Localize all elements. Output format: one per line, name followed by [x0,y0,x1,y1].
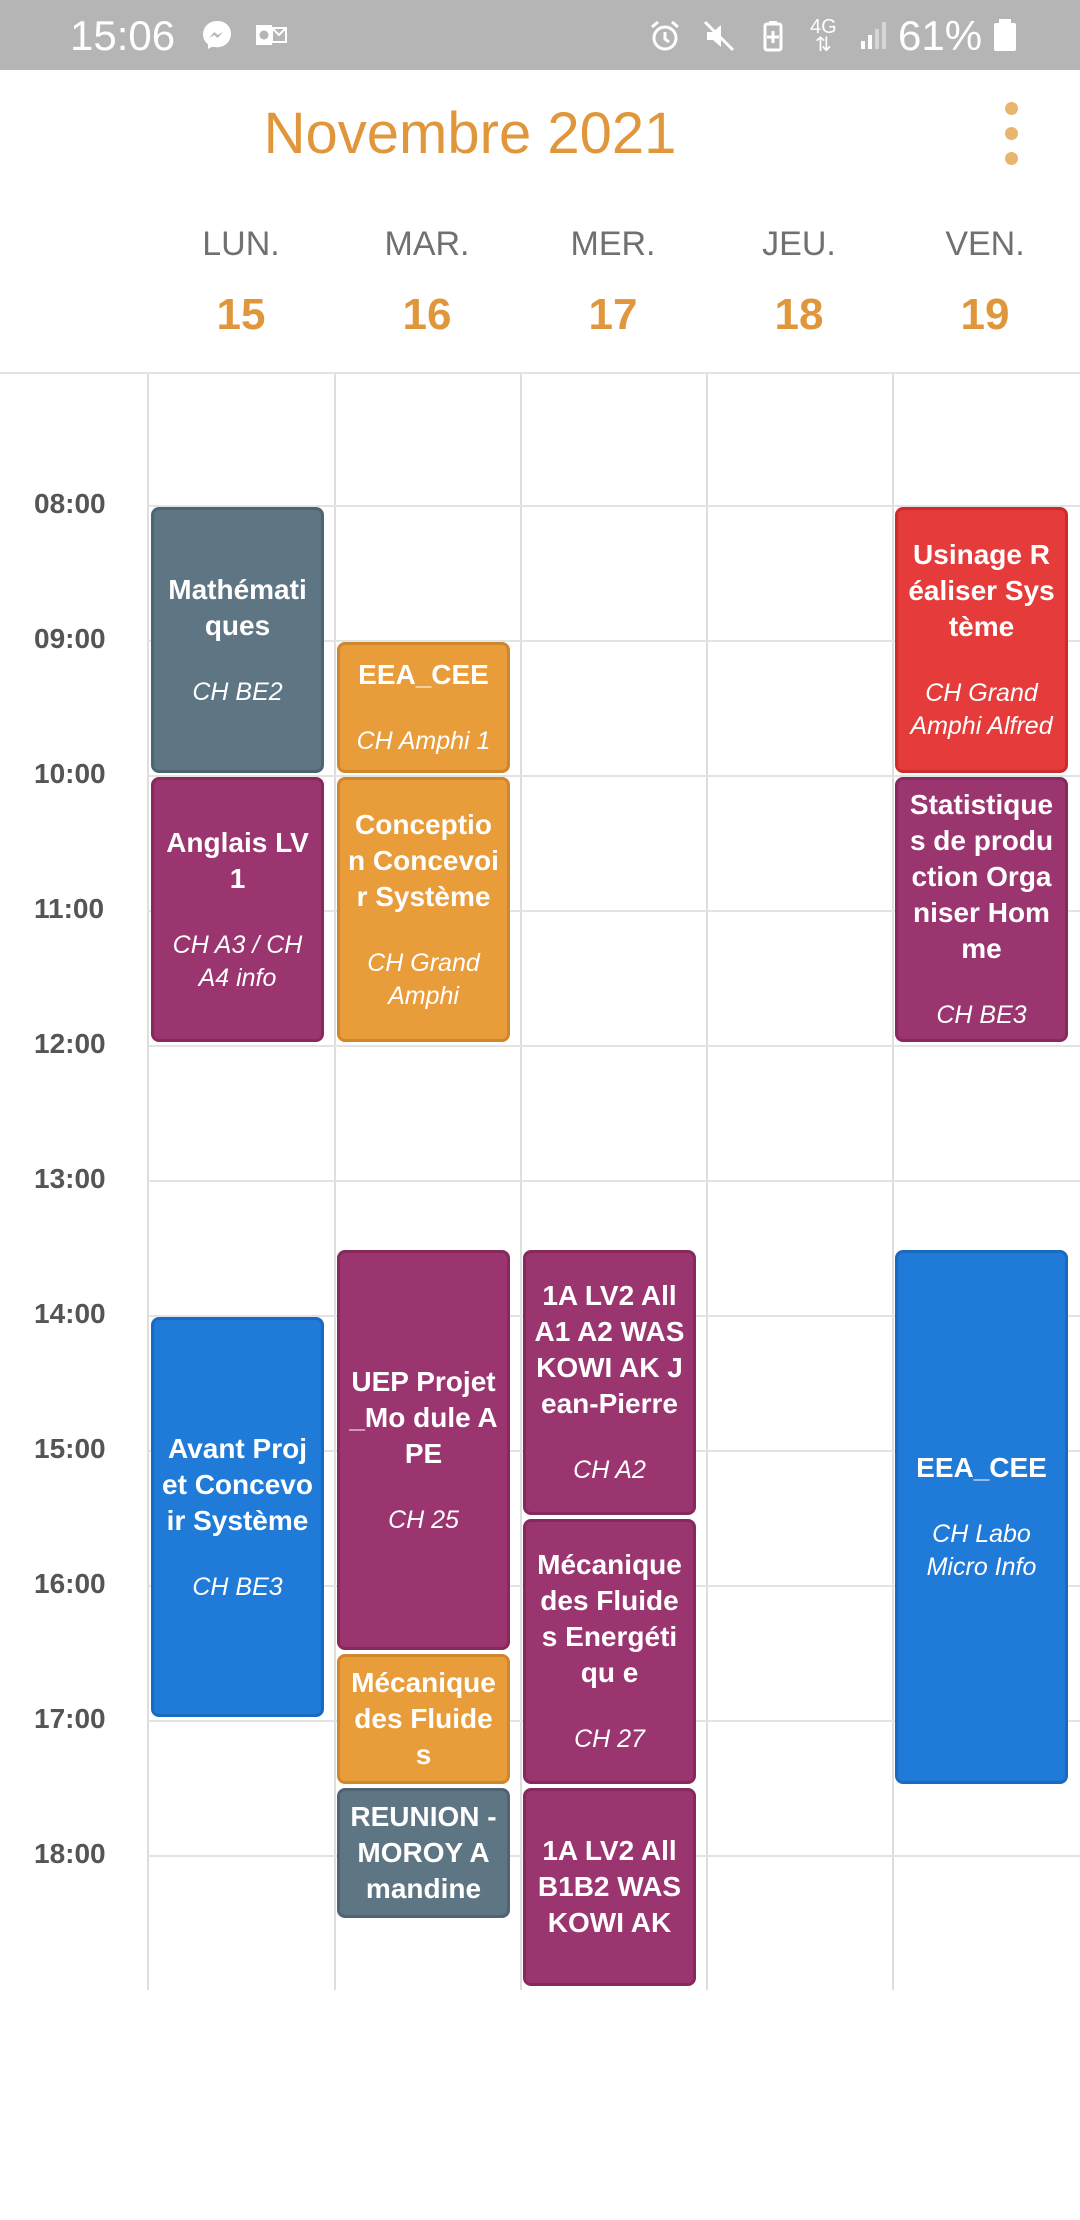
event-mecanique-fluides[interactable]: Mécanique des Fluides [337,1654,510,1784]
day-separator [892,374,894,1990]
battery-saver-icon [763,21,783,52]
day-separator [334,374,336,1990]
event-title: Conceptio n Concevoir Système [348,808,499,912]
event-eea-cee-labo[interactable]: EEA_CEE CH Labo Micro Info [895,1250,1068,1784]
event-title: EEA_CEE [916,1452,1047,1483]
event-title: Mathémati ques [168,573,307,641]
alarm-icon [651,20,679,51]
hour-line [148,1045,1080,1047]
event-title: Avant Projet Concevoir Système [162,1432,313,1536]
event-room: CH Grand Amphi [367,948,480,1010]
status-bar: 15:06 4G ⇅ 61% [0,0,1080,70]
event-room: CH 25 [388,1505,459,1534]
menu-dot-icon [1005,152,1018,165]
event-room: CH A2 [573,1456,646,1484]
day-number: 18 [774,290,824,339]
network-4g-icon: 4G ⇅ [810,16,837,56]
event-uep-projet[interactable]: UEP Projet_Mo dule APE CH 25 [337,1250,510,1650]
mute-icon [703,20,735,52]
menu-dot-icon [1005,102,1018,115]
day-number: 16 [402,290,452,339]
event-room: CH 27 [574,1725,645,1753]
status-time: 15:06 [70,12,176,59]
hour-label: 13:00 [34,1163,106,1194]
event-reunion[interactable]: REUNION - MOROY Amandine [337,1788,510,1918]
hour-label: 10:00 [34,758,106,789]
event-title: EEA_CEE [358,659,489,690]
event-lv2-a1a2[interactable]: 1A LV2 All A1 A2 WASKOWI AK Jean-Pierre … [523,1250,696,1515]
day-name: MER. [570,225,656,263]
hour-label: 18:00 [34,1838,106,1869]
calendar-header: Novembre 2021 LUN. 15 MAR. 16 MER. 17 JE… [0,70,1080,372]
event-room: CH A3 / CH A4 info [172,930,303,992]
day-header-tue[interactable]: MAR. 16 [334,225,520,340]
event-eea-cee[interactable]: EEA_CEE CH Amphi 1 [337,642,510,773]
day-name: MAR. [384,225,470,263]
hour-line [148,1180,1080,1182]
hour-label: 16:00 [34,1568,106,1599]
event-room: CH Labo Micro Info [926,1520,1037,1581]
event-title: Usinage Réaliser Système [908,539,1055,642]
event-room: CH BE3 [192,1572,283,1601]
day-header-mon[interactable]: LUN. 15 [148,225,334,340]
day-separator [147,374,149,1990]
hour-label: 08:00 [34,488,106,519]
event-lv2-b1b2[interactable]: 1A LV2 All B1B2 WASKOWI AK [523,1788,696,1986]
hour-label: 14:00 [34,1298,106,1329]
day-number: 17 [588,290,638,339]
event-conception[interactable]: Conceptio n Concevoir Système CH Grand A… [337,777,510,1042]
hour-label: 17:00 [34,1703,106,1734]
event-title: Anglais LV1 [166,826,309,894]
event-anglais[interactable]: Anglais LV1 CH A3 / CH A4 info [151,777,324,1042]
messenger-icon [203,21,231,49]
day-separator [706,374,708,1990]
event-room: CH Amphi 1 [356,727,491,755]
day-number: 15 [216,290,266,339]
event-usinage[interactable]: Usinage Réaliser Système CH Grand Amphi … [895,507,1068,773]
event-room: CH Grand Amphi Alfred [910,679,1053,740]
event-title: UEP Projet_Mo dule APE [349,1365,498,1469]
hour-label: 15:00 [34,1433,106,1464]
network-type: 4G [810,16,837,38]
event-title: 1A LV2 All B1B2 WASKOWI AK [537,1835,682,1938]
day-header-thu[interactable]: JEU. 18 [706,225,892,340]
day-separator [520,374,522,1990]
outlook-icon [256,25,287,45]
event-title: 1A LV2 All A1 A2 WASKOWI AK Jean-Pierre [534,1280,685,1419]
event-room: CH BE3 [936,1001,1027,1029]
hour-label: 11:00 [34,893,105,924]
event-statistiques[interactable]: Statistique s de production Organiser Ho… [895,777,1068,1042]
event-title: Statistique s de production Organiser Ho… [909,789,1054,964]
signal-icon [860,22,886,49]
day-name: LUN. [202,225,280,263]
hour-label: 12:00 [34,1028,106,1059]
day-header-fri[interactable]: VEN. 19 [892,225,1078,340]
menu-dot-icon [1005,127,1018,140]
hour-label: 09:00 [34,623,106,654]
week-grid[interactable]: 08:00 09:00 10:00 11:00 12:00 13:00 14:0… [0,374,1080,1990]
day-name: VEN. [945,225,1025,263]
overflow-menu-button[interactable] [990,102,1034,166]
event-mathematiques[interactable]: Mathémati ques CH BE2 [151,507,324,773]
event-title: Mécanique des Fluides Energétiqu e [537,1549,682,1688]
event-avant-projet[interactable]: Avant Projet Concevoir Système CH BE3 [151,1317,324,1717]
event-title: Mécanique des Fluides [351,1667,496,1770]
day-name: JEU. [762,225,836,263]
battery-percentage: 61% [898,12,983,59]
event-title: REUNION - MOROY Amandine [350,1801,497,1904]
day-number: 19 [960,290,1010,339]
event-mecanique-energetique[interactable]: Mécanique des Fluides Energétiqu e CH 27 [523,1519,696,1784]
day-header-wed[interactable]: MER. 17 [520,225,706,340]
event-room: CH BE2 [192,677,283,706]
month-title[interactable]: Novembre 2021 [0,100,940,167]
battery-icon [994,19,1016,51]
